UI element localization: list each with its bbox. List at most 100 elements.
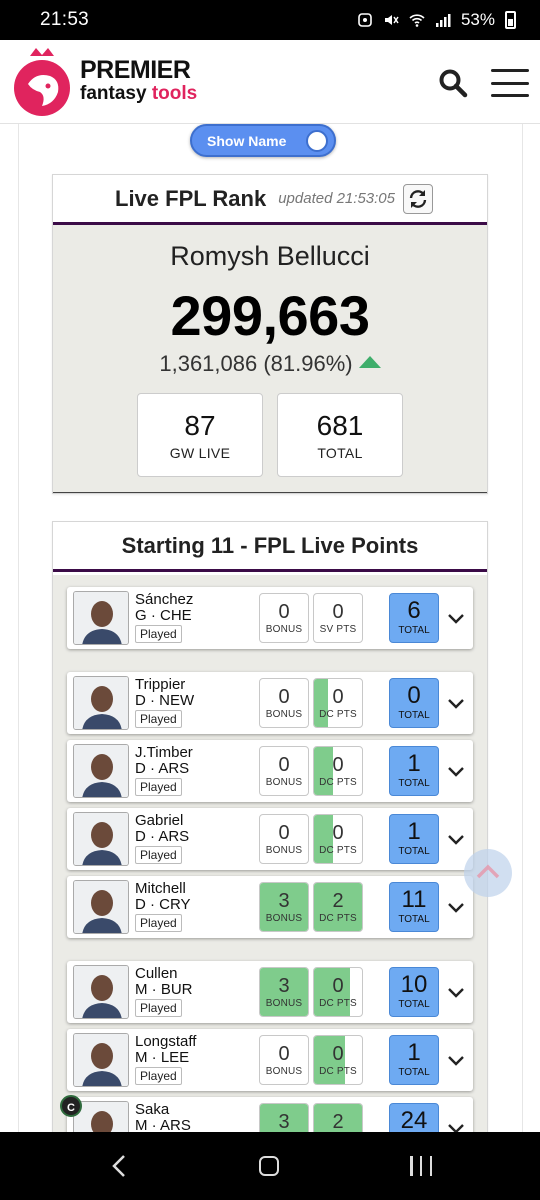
- secondary-points-label: DC PTS: [319, 913, 357, 924]
- bonus-box: 3BONUS: [259, 967, 309, 1017]
- played-badge: Played: [135, 625, 182, 643]
- player-photo: [73, 812, 129, 866]
- battery-percent: 53%: [460, 10, 495, 29]
- secondary-points-value: 0: [332, 686, 344, 708]
- player-position-team: G · CHE: [135, 607, 192, 624]
- player-row[interactable]: Mitchell D · CRY Played 3 BONUS 2 DC PTS 11 TOTA…: [67, 876, 473, 938]
- search-icon[interactable]: [438, 68, 468, 98]
- status-icons: 53%: [357, 10, 516, 30]
- bonus-box: 0 BONUS: [259, 593, 309, 643]
- notification-icon: [358, 13, 372, 27]
- content-border-left: [18, 124, 19, 1132]
- gw-live-value: 87: [184, 410, 216, 441]
- bonus-value: 0: [278, 686, 290, 708]
- refresh-icon: [409, 189, 427, 208]
- secondary-points-value: 2: [332, 890, 344, 912]
- played-badge: Played: [135, 710, 182, 728]
- player-name: Cullen: [135, 965, 178, 982]
- chevron-down-icon[interactable]: [445, 692, 467, 714]
- played-badge: Played: [135, 999, 182, 1017]
- player-row[interactable]: SakaM · ARSPlayed3BONUS2DC PTS24TOTAL: [67, 1097, 473, 1132]
- secondary-points-value: 0: [332, 1043, 344, 1065]
- player-total-label: TOTAL: [398, 999, 430, 1010]
- player-row[interactable]: Cullen M · BUR Played 3 BONUS 0 DC PTS 10 TOTAL: [67, 961, 473, 1023]
- player-photo: [73, 965, 129, 1019]
- total-points-box: 24TOTAL: [389, 1103, 439, 1132]
- lion-logo-icon[interactable]: [10, 46, 74, 118]
- show-name-toggle[interactable]: Show Name: [190, 124, 336, 157]
- secondary-points-box: 0 DC PTS: [313, 746, 363, 796]
- toggle-knob: [306, 130, 328, 152]
- player-total-label: TOTAL: [398, 778, 430, 789]
- player-total-value: 6: [407, 597, 421, 624]
- played-badge: Played: [135, 778, 182, 796]
- player-name: Gabriel: [135, 812, 184, 829]
- chevron-down-icon[interactable]: [445, 1117, 467, 1132]
- chevron-down-icon[interactable]: [445, 828, 467, 850]
- secondary-points-box: 0 DC PTS: [313, 678, 363, 728]
- back-icon[interactable]: [110, 1154, 130, 1178]
- total-points-box: 6 TOTAL: [389, 593, 439, 643]
- secondary-points-box: 2DC PTS: [313, 882, 363, 932]
- secondary-points-value: 0: [332, 601, 344, 623]
- player-name: J.Timber: [135, 744, 193, 761]
- player-total-label: TOTAL: [398, 710, 430, 721]
- gw-live-label: GW LIVE: [169, 445, 231, 461]
- starting-xi-title: Starting 11 - FPL Live Points: [121, 532, 419, 558]
- player-name: Longstaff: [135, 1033, 197, 1050]
- status-time: 21:53: [40, 9, 90, 30]
- bonus-box: 0 BONUS: [259, 1035, 309, 1085]
- manager-name: Romysh Bellucci: [170, 241, 370, 271]
- updated-timestamp: updated 21:53:05: [278, 190, 395, 207]
- player-row[interactable]: J.Timber D · ARS Played 0 BONUS 0 DC PTS 1 TOTAL: [67, 740, 473, 802]
- player-position-team: D · ARS: [135, 828, 190, 845]
- bonus-label: BONUS: [265, 1066, 303, 1077]
- player-list: Sánchez G · CHE Played 0 BONUS 0 SV PTS 6 TOTAL T…: [53, 575, 487, 1132]
- chevron-down-icon[interactable]: [445, 981, 467, 1003]
- player-row[interactable]: Sánchez G · CHE Played 0 BONUS 0 SV PTS 6 TOTAL: [67, 587, 473, 649]
- secondary-points-label: SV PTS: [319, 624, 357, 635]
- player-total-value: 10: [400, 971, 428, 998]
- home-icon[interactable]: [259, 1156, 279, 1176]
- player-row[interactable]: Trippier D · NEW Played 0 BONUS 0 DC PTS 0 TOTAL: [67, 672, 473, 734]
- player-total-label: TOTAL: [398, 625, 430, 636]
- recent-apps-icon[interactable]: [410, 1156, 432, 1176]
- chevron-down-icon[interactable]: [445, 607, 467, 629]
- content-border-right: [522, 124, 523, 1132]
- player-position-team: M · BUR: [135, 981, 193, 998]
- hamburger-menu-icon[interactable]: [491, 69, 529, 97]
- secondary-points-label: DC PTS: [319, 998, 357, 1009]
- player-row[interactable]: Longstaff M · LEE Played 0 BONUS 0 DC PTS 1 TOTA…: [67, 1029, 473, 1091]
- player-total-value: 1: [407, 750, 421, 777]
- logo-premier: PREMIER: [80, 56, 191, 84]
- chevron-down-icon[interactable]: [445, 1049, 467, 1071]
- chevron-up-icon: [476, 864, 500, 879]
- chevron-down-icon[interactable]: [445, 760, 467, 782]
- starting-xi-header: Starting 11 - FPL Live Points: [53, 522, 487, 572]
- total-points-box: 11 TOTAL: [389, 882, 439, 932]
- played-badge: Played: [135, 846, 182, 864]
- site-logo-text[interactable]: PREMIER fantasy tools: [80, 56, 198, 104]
- total-points-box: 1 TOTAL: [389, 1035, 439, 1085]
- gw-live-box: 87 GW LIVE: [137, 393, 263, 477]
- bonus-value: 0: [278, 1043, 290, 1065]
- bonus-label: BONUS: [265, 624, 303, 635]
- logo-fantasy-tools: fantasy tools: [80, 83, 198, 104]
- total-points-box: 681 TOTAL: [277, 393, 403, 477]
- player-position-team: M · LEE: [135, 1049, 190, 1066]
- player-position-team: D · CRY: [135, 896, 191, 913]
- secondary-points-label: DC PTS: [319, 709, 357, 720]
- chevron-down-icon[interactable]: [445, 896, 467, 918]
- total-points-box: 10 TOTAL: [389, 967, 439, 1017]
- secondary-points-box: 0 SV PTS: [313, 593, 363, 643]
- played-badge: Played: [135, 1067, 182, 1085]
- secondary-points-box: 0 DC PTS: [313, 1035, 363, 1085]
- secondary-points-box: 0 DC PTS: [313, 814, 363, 864]
- secondary-points-box: 2DC PTS: [313, 1103, 363, 1132]
- player-row[interactable]: Gabriel D · ARS Played 0 BONUS 0 DC PTS 1 TOTAL: [67, 808, 473, 870]
- scroll-to-top-button[interactable]: [464, 849, 512, 897]
- total-points-label: TOTAL: [317, 445, 363, 461]
- secondary-points-value: 2: [332, 1111, 344, 1132]
- refresh-button[interactable]: [402, 183, 433, 214]
- bonus-label: BONUS: [265, 845, 303, 856]
